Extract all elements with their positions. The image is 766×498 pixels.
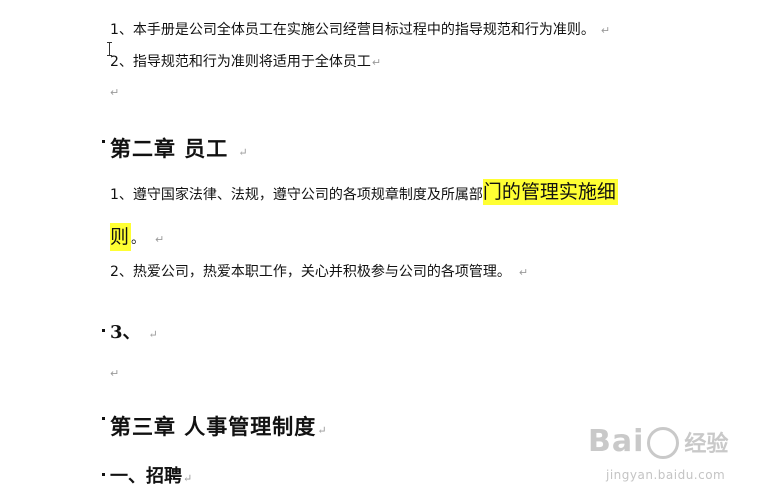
paragraph-mark-icon: ↵ [238,146,249,159]
list-bullet-icon [102,140,105,143]
empty-paragraph-mark-icon: ↵ [110,86,120,99]
paragraph-mark-icon: ↵ [148,328,158,341]
paragraph-mark-icon: ↵ [518,266,529,279]
item-3-heading[interactable]: 3、 ↵ [110,318,158,344]
paragraph-mark-icon: ↵ [317,424,328,437]
watermark-logo-text: Bai [588,424,645,459]
list-bullet-icon [102,417,105,420]
chapter-3-heading[interactable]: 第三章 人事管理制度↵ [110,411,328,441]
highlighted-text: 则 [110,223,132,251]
paw-icon [647,426,680,459]
highlighted-text: 门的管理实施细 [482,179,618,205]
chapter-2-paragraph-1[interactable]: 1、遵守国家法律、法规，遵守公司的各项规章制度及所属部门的管理实施细 [110,178,618,208]
paragraph-mark-icon: ↵ [155,233,165,246]
baidu-jingyan-watermark: Bai 经验 [588,424,728,463]
chapter-2-heading[interactable]: 第二章 员工 ↵ [110,133,249,163]
paragraph-1[interactable]: 1、本手册是公司全体员工在实施公司经营目标过程中的指导规范和行为准则。 ↵ [110,21,610,40]
paragraph-mark-icon: ↵ [183,472,193,485]
list-bullet-icon [102,473,105,476]
paragraph-mark-icon: ↵ [600,24,611,37]
watermark-logo-text-2: 经验 [684,432,729,457]
watermark-url: jingyan.baidu.com [606,468,726,482]
empty-paragraph-mark-icon: ↵ [110,367,120,380]
chapter-2-paragraph-1-continued[interactable]: 则。 ↵ [110,222,164,252]
paragraph-2[interactable]: 2、指导规范和行为准则将适用于全体员工↵ [110,53,381,72]
list-bullet-icon [102,329,105,332]
paragraph-mark-icon: ↵ [371,56,382,69]
chapter-2-paragraph-2[interactable]: 2、热爱公司，热爱本职工作，关心并积极参与公司的各项管理。 ↵ [110,263,528,282]
section-1-heading[interactable]: 一、招聘↵ [110,462,192,488]
